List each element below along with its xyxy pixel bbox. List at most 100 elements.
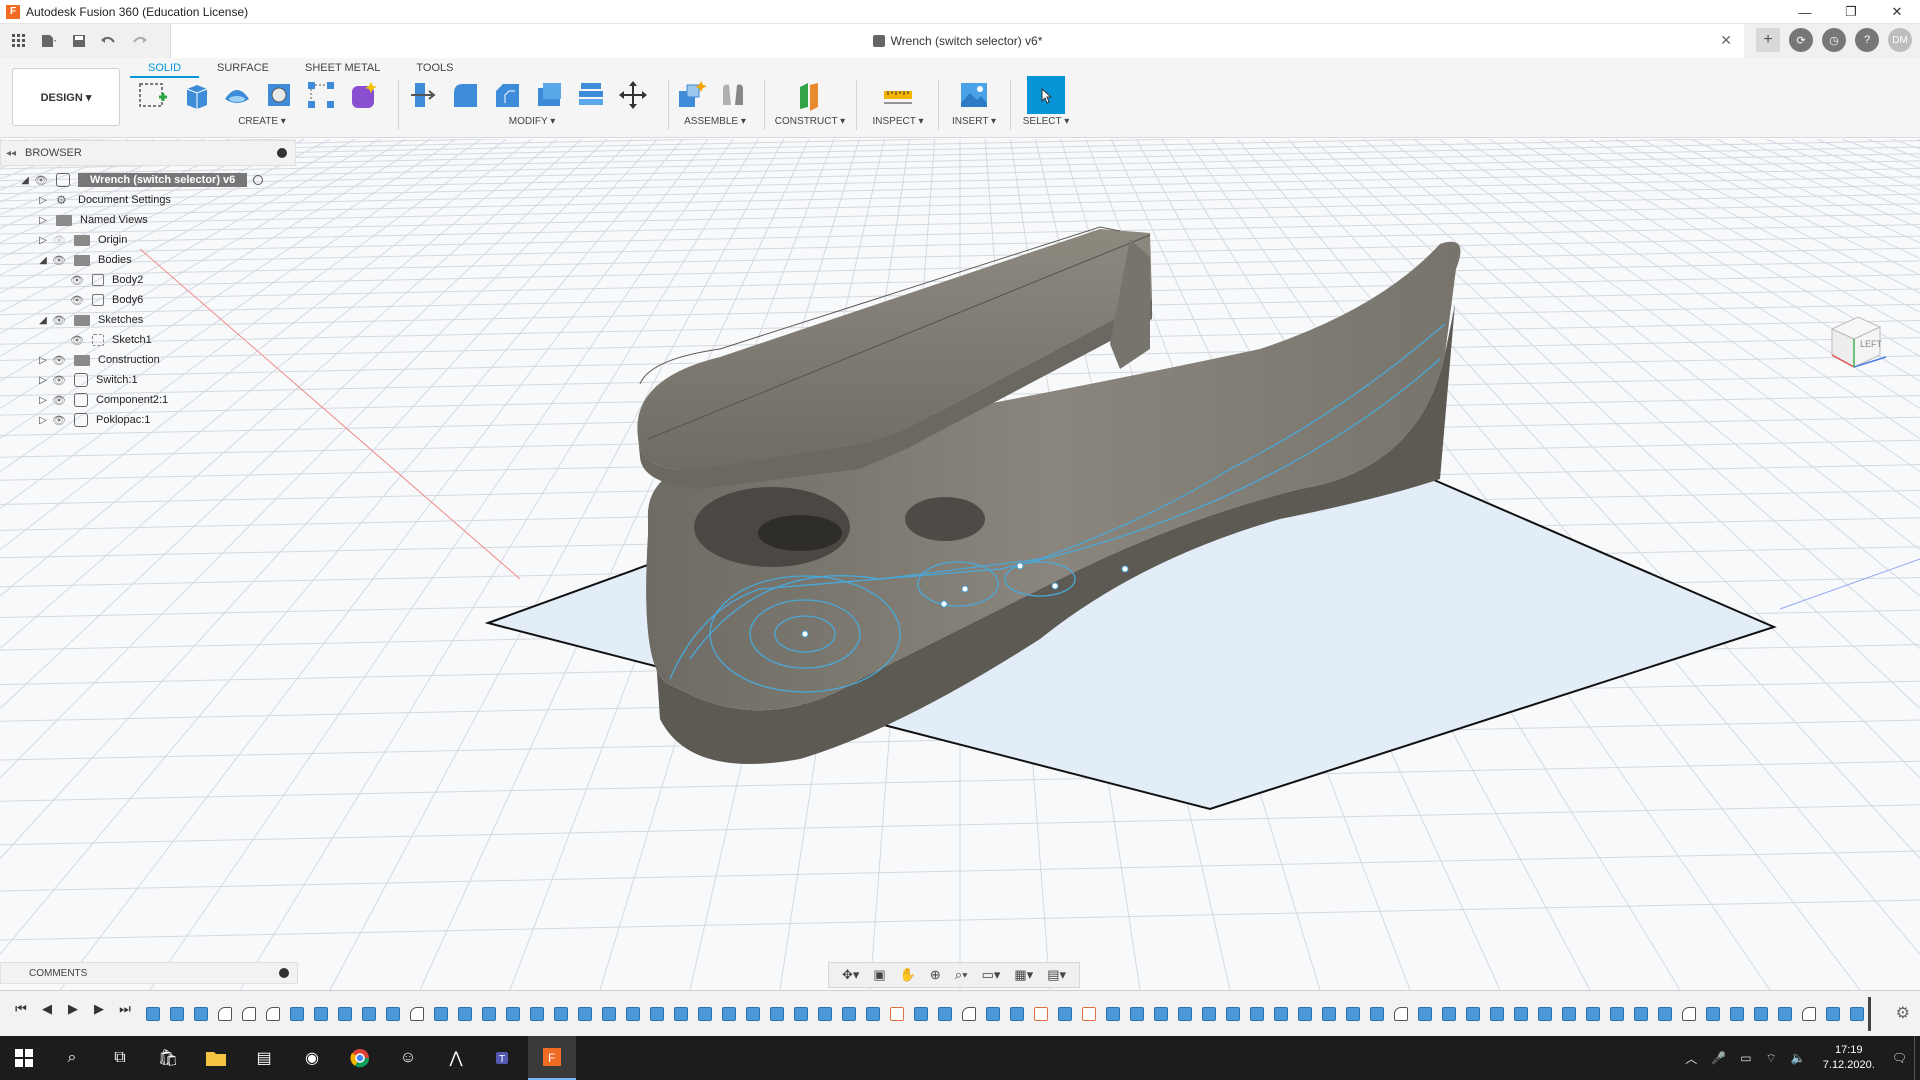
timeline-feature-icon[interactable] [218, 1007, 232, 1021]
tab-solid[interactable]: SOLID [130, 58, 200, 78]
timeline-feature-icon[interactable] [1826, 1007, 1840, 1021]
combine-icon[interactable] [574, 78, 608, 112]
fusion360-taskbar-icon[interactable]: F [528, 1036, 576, 1080]
revolve-icon[interactable] [220, 78, 254, 112]
tree-item-body6[interactable]: 👁 Body6 [68, 289, 143, 311]
user-avatar[interactable]: DM [1888, 28, 1912, 52]
tree-item-construction[interactable]: ▷ 👁 Construction [36, 349, 160, 371]
timeline-feature-icon[interactable] [386, 1007, 400, 1021]
timeline-feature-icon[interactable] [410, 1007, 424, 1021]
timeline-feature-icon[interactable] [1370, 1007, 1384, 1021]
timeline-feature-icon[interactable] [1226, 1007, 1240, 1021]
expand-arrow-icon[interactable]: ▷ [36, 395, 50, 406]
timeline-feature-icon[interactable] [170, 1007, 184, 1021]
timeline-feature-icon[interactable] [1442, 1007, 1456, 1021]
timeline-settings-gear-icon[interactable]: ⚙ [1896, 1003, 1910, 1023]
modify-menu[interactable]: MODIFY ▾ [402, 116, 662, 127]
tree-item-named-views[interactable]: ▷ Named Views [36, 209, 148, 231]
add-comment-icon[interactable] [279, 968, 289, 978]
visibility-eye-icon[interactable]: 👁 [50, 374, 68, 387]
go-to-end-icon[interactable]: ⏭ [112, 1001, 138, 1017]
timeline-feature-icon[interactable] [1778, 1007, 1792, 1021]
go-to-start-icon[interactable]: ⏮ [8, 1001, 34, 1017]
timeline-feature-icon[interactable] [1658, 1007, 1672, 1021]
expand-arrow-icon[interactable]: ◢ [18, 175, 32, 186]
timeline-feature-icon[interactable] [1298, 1007, 1312, 1021]
step-forward-icon[interactable]: ▶ [86, 1001, 112, 1017]
visibility-eye-icon[interactable]: 👁 [50, 234, 68, 247]
pan-hand-icon[interactable]: ✋ [900, 967, 916, 983]
visibility-eye-icon[interactable]: 👁 [50, 354, 68, 367]
timeline-feature-icon[interactable] [362, 1007, 376, 1021]
construct-menu[interactable]: CONSTRUCT ▾ [770, 116, 850, 127]
timeline-feature-icon[interactable] [986, 1007, 1000, 1021]
pin-panel-icon[interactable] [277, 148, 287, 158]
browser-root[interactable]: ◢ 👁 Wrench (switch selector) v6 [18, 169, 264, 191]
expand-arrow-icon[interactable]: ▷ [36, 215, 50, 226]
help-icon[interactable]: ? [1855, 28, 1879, 52]
timeline-feature-icon[interactable] [1514, 1007, 1528, 1021]
notifications-icon[interactable]: 🗨 [1892, 1051, 1907, 1065]
insert-image-icon[interactable] [957, 78, 991, 112]
undo-icon[interactable] [96, 28, 122, 54]
expand-arrow-icon[interactable]: ▷ [36, 375, 50, 386]
teams-icon[interactable]: T [480, 1036, 528, 1080]
timeline-feature-icon[interactable] [1130, 1007, 1144, 1021]
tab-surface[interactable]: SURFACE [199, 58, 287, 78]
look-at-icon[interactable]: ▣ [873, 967, 885, 983]
timeline-feature-icon[interactable] [602, 1007, 616, 1021]
timeline-feature-icon[interactable] [1466, 1007, 1480, 1021]
timeline-feature-icon[interactable] [1010, 1007, 1024, 1021]
timeline-feature-icon[interactable] [1682, 1007, 1696, 1021]
orbit-icon[interactable]: ✥▾ [842, 967, 859, 983]
create-sketch-icon[interactable] [136, 78, 170, 112]
battery-icon[interactable]: ▭ [1740, 1051, 1751, 1065]
timeline-feature-icon[interactable] [1106, 1007, 1120, 1021]
timeline-feature-icon[interactable] [314, 1007, 328, 1021]
timeline-feature-icon[interactable] [1178, 1007, 1192, 1021]
timeline-feature-icon[interactable] [1322, 1007, 1336, 1021]
create-menu[interactable]: CREATE ▾ [132, 116, 392, 127]
restore-button[interactable]: ❐ [1828, 0, 1874, 24]
joint-icon[interactable] [716, 78, 750, 112]
activate-radio-icon[interactable] [253, 175, 264, 185]
timeline-feature-icon[interactable] [266, 1007, 280, 1021]
extensions-icon[interactable]: ⟳ [1789, 28, 1813, 52]
tree-item-component2[interactable]: ▷ 👁 Component2:1 [36, 389, 168, 411]
tree-item-origin[interactable]: ▷ 👁 Origin [36, 229, 127, 251]
timeline-feature-icon[interactable] [482, 1007, 496, 1021]
viewports-icon[interactable]: ▤▾ [1047, 967, 1066, 983]
timeline-feature-icon[interactable] [962, 1007, 976, 1021]
insert-menu[interactable]: INSERT ▾ [942, 116, 1006, 127]
timeline-feature-icon[interactable] [842, 1007, 856, 1021]
move-copy-icon[interactable] [616, 78, 650, 112]
tree-item-bodies[interactable]: ◢ 👁 Bodies [36, 249, 132, 271]
assemble-menu[interactable]: ASSEMBLE ▾ [670, 116, 760, 127]
tree-item-switch[interactable]: ▷ 👁 Switch:1 [36, 369, 138, 391]
tree-item-sketch1[interactable]: 👁 Sketch1 [68, 329, 152, 351]
timeline-feature-icon[interactable] [722, 1007, 736, 1021]
timeline-feature-icon[interactable] [1586, 1007, 1600, 1021]
select-menu[interactable]: SELECT ▾ [1014, 116, 1078, 127]
timeline-feature-icon[interactable] [530, 1007, 544, 1021]
shell-icon[interactable] [532, 78, 566, 112]
timeline-feature-icon[interactable] [1202, 1007, 1216, 1021]
expand-arrow-icon[interactable]: ▷ [36, 355, 50, 366]
close-tab-icon[interactable]: ✕ [1720, 32, 1732, 49]
notes-app-icon[interactable]: ▤ [240, 1036, 288, 1080]
collapse-arrow-icon[interactable]: ◢ [36, 315, 50, 326]
timeline-feature-icon[interactable] [578, 1007, 592, 1021]
timeline-feature-icon[interactable] [1154, 1007, 1168, 1021]
new-component-icon[interactable] [674, 78, 708, 112]
inspect-menu[interactable]: INSPECT ▾ [860, 116, 936, 127]
view-cube[interactable]: LEFT [1820, 309, 1890, 379]
clock[interactable]: 17:19 7.12.2020. [1823, 1043, 1875, 1073]
timeline-feature-icon[interactable] [146, 1007, 160, 1021]
timeline-feature-icon[interactable] [1394, 1007, 1408, 1021]
timeline-feature-icon[interactable] [1058, 1007, 1072, 1021]
measure-icon[interactable] [881, 78, 915, 112]
visibility-eye-icon[interactable]: 👁 [50, 414, 68, 427]
redo-icon[interactable] [126, 28, 152, 54]
search-icon[interactable]: ⌕ [48, 1036, 96, 1080]
timeline-feature-icon[interactable] [866, 1007, 880, 1021]
